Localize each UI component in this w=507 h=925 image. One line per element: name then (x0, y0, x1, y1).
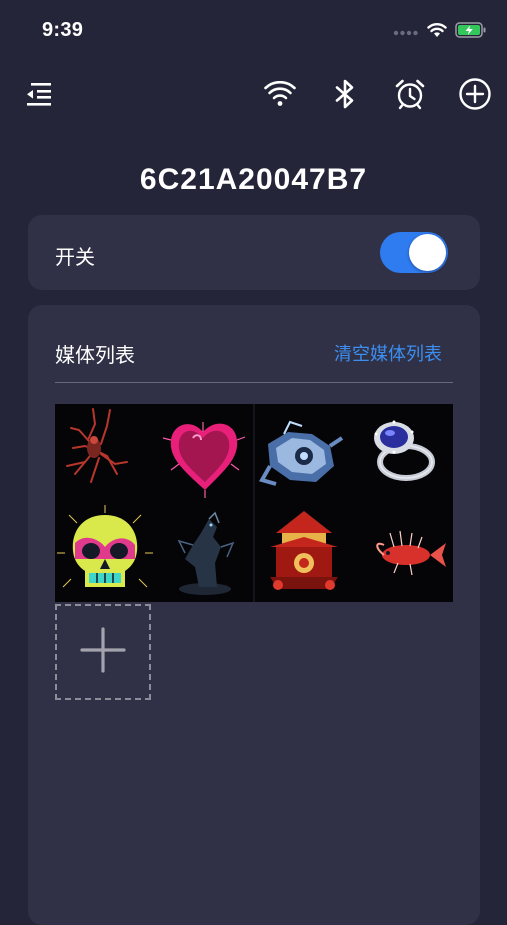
alarm-icon (394, 78, 426, 115)
media-grid (55, 404, 453, 602)
toggle-knob (409, 234, 446, 271)
status-time: 9:39 (42, 19, 84, 41)
menu-icon (25, 81, 53, 112)
media-list-card: 媒体列表 清空媒体列表 (28, 305, 480, 925)
alarm-button[interactable] (388, 74, 432, 118)
power-toggle[interactable] (380, 232, 448, 273)
status-indicators (393, 21, 487, 43)
add-circle-icon (458, 77, 492, 116)
switch-label: 开关 (55, 245, 95, 269)
signal-dots-icon (393, 23, 419, 41)
device-id-title: 6C21A20047B7 (139, 163, 368, 196)
grid-separator (253, 404, 255, 602)
media-item-red-fish[interactable] (353, 503, 454, 602)
wifi-settings-button[interactable] (258, 74, 302, 118)
divider (55, 382, 453, 383)
bluetooth-icon (334, 79, 356, 114)
add-media-button[interactable] (55, 604, 151, 700)
add-device-button[interactable] (453, 74, 497, 118)
bluetooth-button[interactable] (323, 74, 367, 118)
media-item-red-shrimp[interactable] (55, 404, 155, 503)
plus-icon (80, 626, 126, 678)
media-item-sapphire-ring[interactable] (353, 404, 454, 503)
media-item-neon-skull[interactable] (55, 503, 155, 602)
power-switch-card: 开关 (28, 215, 480, 290)
clear-media-list-button[interactable]: 清空媒体列表 (334, 340, 442, 366)
wifi-icon (427, 22, 447, 43)
menu-button[interactable] (17, 74, 61, 118)
status-bar: 9:39 (0, 0, 507, 60)
media-item-pink-heart[interactable] (154, 404, 255, 503)
media-item-red-pagoda[interactable] (254, 503, 354, 602)
battery-charging-icon (455, 21, 487, 43)
top-nav-bar (0, 74, 507, 124)
media-item-dark-dragon[interactable] (154, 503, 255, 602)
media-item-blue-robot[interactable] (254, 404, 354, 503)
media-list-title: 媒体列表 (55, 343, 135, 367)
wifi-icon (264, 80, 296, 112)
